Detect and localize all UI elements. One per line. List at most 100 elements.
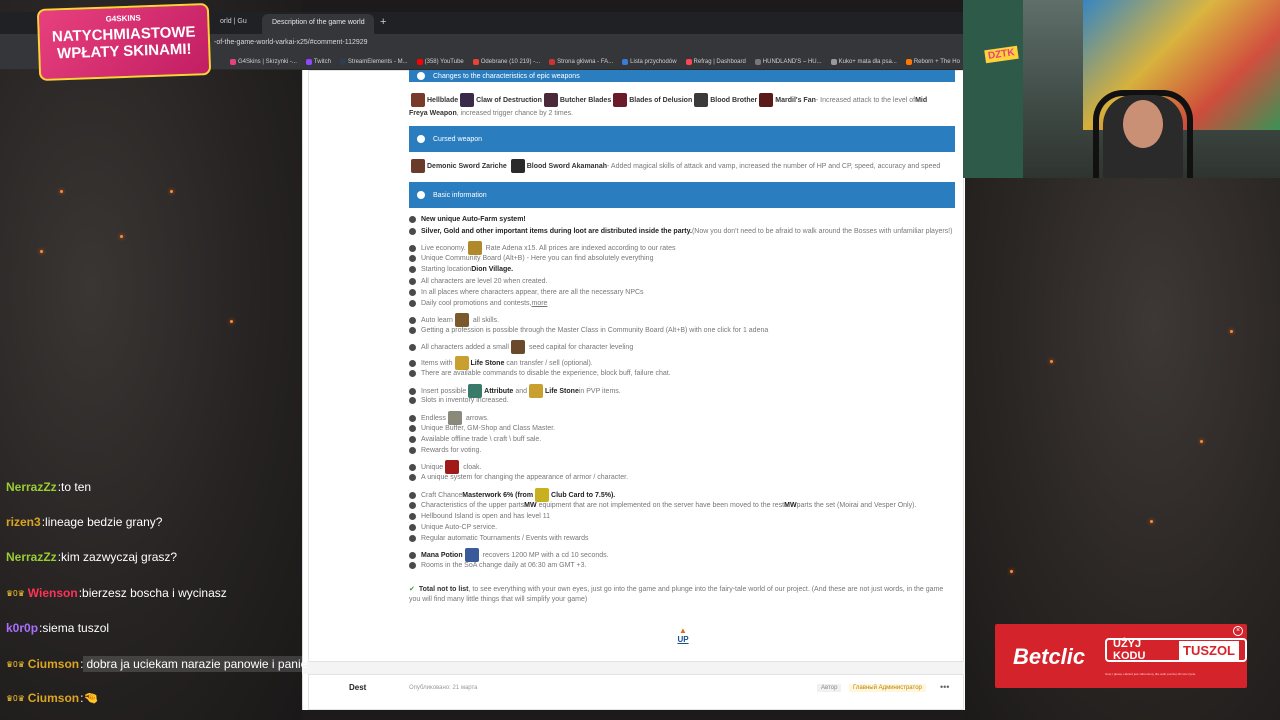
bookmark-item[interactable]: Refrag | Dashboard [685,58,746,65]
feature-text: Starting location [421,266,472,273]
weapon-icon [543,93,558,107]
feature-list-item: Rewards for voting. [409,447,481,454]
bookmark-favicon-icon [622,58,629,65]
feature-text: parts the set (Moirai and Vesper Only). [796,502,917,509]
ember [1050,360,1053,363]
bookmark-item[interactable]: Twitch [305,58,331,65]
feature-text: Available offline trade \ craft \ buff s… [421,436,542,443]
check-bullet-icon [409,513,416,520]
section-header-basic: Basic information [409,182,955,208]
total-text: , to see everything with your own eyes, … [468,585,944,593]
feature-text: Endless [421,414,446,422]
epic-description: , increased trigger chance by 2 times. [456,110,574,117]
epic-weapons-line: Hellblade Claw of Destruction Butcher Bl… [409,93,927,107]
check-bullet-icon [409,289,416,296]
feature-list-item: Unique Buffer, GM-Shop and Class Master. [409,425,555,432]
feature-list-item: Craft Chance Masterwork 6% (from Club Car… [409,488,615,502]
feature-text: and [515,387,527,395]
check-bullet-icon [409,255,416,262]
bookmark-label: HUNDLAND'S – HU... [762,58,822,65]
bookmark-favicon-icon [754,58,761,65]
feature-text: All characters added a small [421,343,509,351]
attribute-icon [468,384,483,398]
ember [230,320,233,323]
bookmark-favicon-icon [685,58,692,65]
feature-strong: Club Card to 7.5%). [551,491,616,499]
promo-badge: G4SKINS NATYCHMIASTOWE WPŁATY SKINAMI! [36,3,212,81]
bookmark-label: StreamElements - M... [347,58,408,65]
bookmark-label: Reborn + The Ho [913,58,960,65]
bookmark-item[interactable]: HUNDLAND'S – HU... [754,58,822,65]
browser-tab[interactable]: orld | Gu [210,14,260,34]
close-icon[interactable]: × [1233,626,1243,636]
weapon-name: Hellblade [427,96,459,104]
checkmark-icon: ✔ [409,586,415,593]
more-link[interactable]: more [532,300,548,307]
check-bullet-icon [409,447,416,454]
feature-text: Hellbound Island is open and has level 1… [421,513,551,520]
chat-message: ♛0♛ Wienson: bierzesz boscha i wycinasz [6,586,227,600]
bookmark-label: Refrag | Dashboard [693,58,746,65]
feature-text: In all places where characters appear, t… [421,289,644,296]
check-bullet-icon [409,300,416,307]
bookmark-item[interactable]: Odebrane (10 219) -... [472,58,541,65]
bookmark-item[interactable]: StreamElements - M... [339,58,408,65]
chat-badge-icon: ♛0♛ [6,693,25,703]
ember [60,190,63,193]
arrows-icon [447,411,462,425]
streamer-head [1123,100,1163,148]
new-tab-button[interactable]: + [380,16,386,28]
chat-username: Ciumson [27,657,80,671]
bookmark-label: (358) YouTube [424,58,464,65]
weapon-icon [411,93,425,107]
check-bullet-icon [409,535,416,542]
ad-disclaimer: Graj z głową. Hazard jest zabroniony dla… [1105,672,1196,676]
check-bullet-icon [409,216,416,223]
post-menu-icon[interactable]: ••• [940,682,949,692]
role-badge: Главный Администратор [849,684,926,692]
feature-list-item: New unique Auto-Farm system! [409,216,526,223]
chat-text: kim zazwyczaj grasz? [61,550,178,564]
post-author[interactable]: Dest [349,683,366,692]
bookmark-item[interactable]: Lista przychodów [622,58,677,65]
feature-text: Getting a profession is possible through… [421,327,769,334]
bookmark-favicon-icon [549,58,556,65]
browser-tab-active[interactable]: Description of the game world✕ [262,14,374,34]
chat-username: Wienson [27,586,78,600]
feature-text: Rooms in the SoA change daily at 06:30 a… [421,562,587,569]
feature-list-item: Hellbound Island is open and has level 1… [409,513,550,520]
feature-list-item: Available offline trade \ craft \ buff s… [409,436,541,443]
stream-background-left [0,0,302,720]
bookmark-label: Lista przychodów [630,58,677,65]
ember [1150,520,1153,523]
feature-text: Unique Auto-CP service. [421,524,498,531]
bookmark-favicon-icon [305,58,312,65]
epic-weapons-line-2: Freya Weapon, increased trigger chance b… [409,110,573,117]
feature-strong: Attribute [484,387,514,395]
chat-message: NerrazZz: to ten [6,480,91,494]
chat-message: rizen3: lineage bedzie grany? [6,515,162,529]
check-bullet-icon [409,425,416,432]
feature-strong: MW [784,502,797,509]
check-bullet-icon [409,436,416,443]
scroll-up-button[interactable]: ▲ UP [672,626,694,644]
bookmark-item[interactable]: Kuko+ mata dla psa... [830,58,897,65]
feature-list-item: Regular automatic Tournaments / Events w… [409,535,589,542]
feature-text: (Now you don't need to be afraid to walk… [691,228,953,235]
feature-text: cloak. [463,463,482,471]
bookmark-item[interactable]: G4Skins | Skrzynki -... [230,58,297,65]
feature-strong: Mana Potion [421,551,463,559]
ember [1230,330,1233,333]
info-icon [417,135,425,143]
feature-strong: Dion Village. [471,266,514,273]
bookmark-item[interactable]: (358) YouTube [416,58,464,65]
chat-badge-icon: ♛0♛ [6,659,25,669]
feature-text: Rewards for voting. [421,447,482,454]
weapon-icon [759,93,774,107]
bookmark-label: G4Skins | Skrzynki -... [238,58,297,65]
bookmark-item[interactable]: Reborn + The Ho [905,58,960,65]
check-bullet-icon [409,491,416,499]
bookmark-label: Odebrane (10 219) -... [480,58,541,65]
bookmark-item[interactable]: Strona główna - FA... [549,58,613,65]
feature-list-item: Getting a profession is possible through… [409,327,768,334]
